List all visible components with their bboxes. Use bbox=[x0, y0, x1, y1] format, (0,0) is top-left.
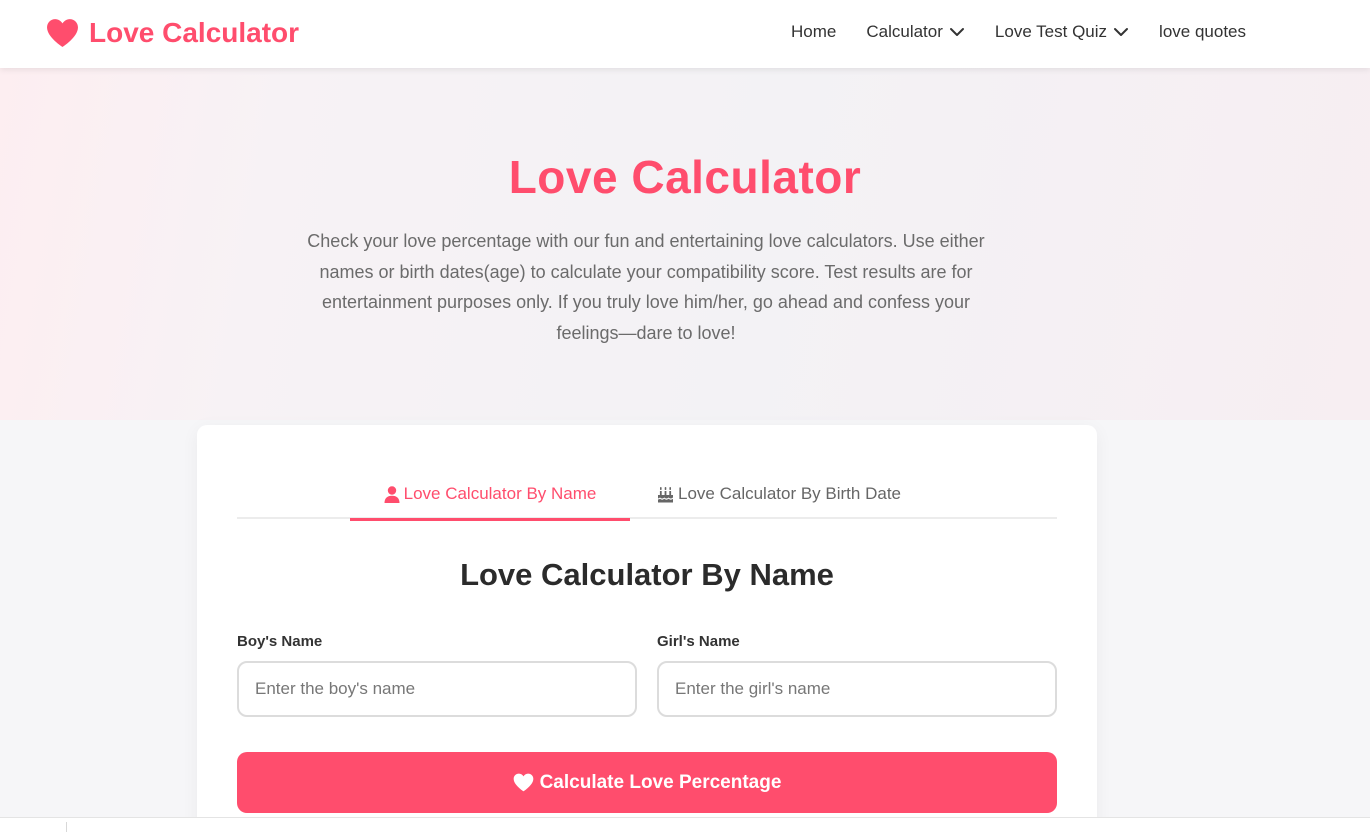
brand-name: Love Calculator bbox=[89, 17, 300, 48]
tab-by-birth-date[interactable]: Love Calculator By Birth Date bbox=[657, 475, 917, 519]
birthday-cake-icon bbox=[658, 486, 673, 502]
calculator-tabs: Love Calculator By Name Love Calculator … bbox=[237, 475, 1057, 521]
tab-label: Love Calculator By Name bbox=[403, 484, 597, 503]
chevron-down-icon bbox=[1114, 28, 1129, 36]
girl-name-input[interactable] bbox=[657, 661, 1057, 717]
nav-item-calculator[interactable]: Calculator bbox=[866, 22, 965, 42]
hero-description: Check your love percentage with our fun … bbox=[307, 231, 985, 343]
nav-item-label: Love Test Quiz bbox=[994, 22, 1108, 41]
page-title: Love Calculator bbox=[508, 151, 862, 203]
calculator-card: Love Calculator By Name Love Calculator … bbox=[197, 425, 1097, 832]
user-icon bbox=[384, 485, 400, 503]
brand-logo[interactable]: Love Calculator bbox=[46, 16, 299, 50]
calculate-button-label: Calculate Love Percentage bbox=[539, 771, 782, 793]
heart-icon bbox=[513, 773, 533, 792]
girl-name-label: Girl's Name bbox=[657, 633, 740, 650]
tab-by-name[interactable]: Love Calculator By Name bbox=[350, 475, 630, 521]
tab-label: Love Calculator By Birth Date bbox=[678, 484, 901, 503]
hero-section: Love Calculator Check your love percenta… bbox=[0, 68, 1370, 420]
nav-item-label: Home bbox=[791, 22, 837, 41]
chevron-down-icon bbox=[949, 28, 964, 36]
nav-item-love-test-quiz[interactable]: Love Test Quiz bbox=[995, 22, 1129, 42]
form-title: Love Calculator By Name bbox=[460, 557, 834, 592]
boy-name-label: Boy's Name bbox=[237, 633, 323, 650]
divider bbox=[66, 822, 67, 832]
nav-item-label: love quotes bbox=[1159, 22, 1246, 41]
nav-item-love-quotes[interactable]: love quotes bbox=[1159, 22, 1246, 42]
main-nav: Home Calculator Love Test Quiz love quot… bbox=[791, 18, 1246, 46]
site-header: Love Calculator Home Calculator Love Tes… bbox=[0, 0, 1370, 68]
boy-name-input[interactable] bbox=[237, 661, 637, 717]
nav-item-home[interactable]: Home bbox=[791, 22, 836, 42]
nav-item-label: Calculator bbox=[866, 22, 943, 41]
bottom-bar bbox=[0, 817, 1370, 832]
calculate-love-button[interactable]: Calculate Love Percentage bbox=[237, 752, 1057, 813]
heart-icon bbox=[47, 19, 78, 47]
